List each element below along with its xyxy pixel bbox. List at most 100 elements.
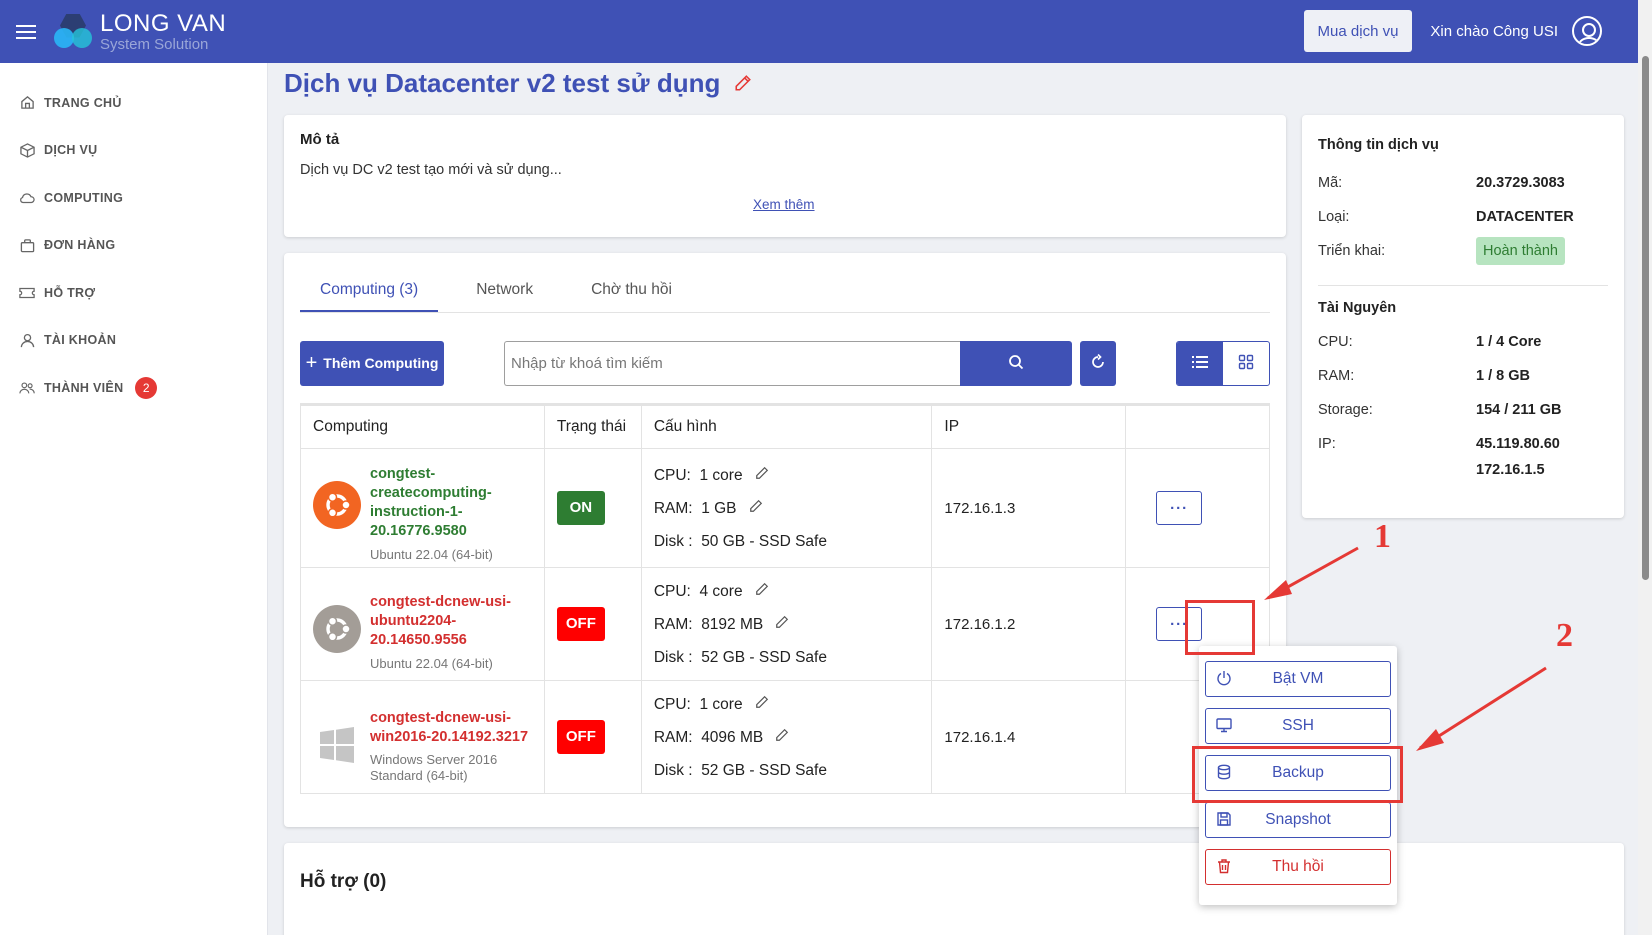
computing-card: Computing (3) Network Chờ thu hồi + Thêm…	[284, 253, 1286, 827]
service-info-heading: Thông tin dịch vụ	[1318, 137, 1439, 153]
cpu-label: CPU:	[1318, 334, 1353, 350]
add-computing-label: Thêm Computing	[323, 355, 439, 371]
snapshot-menu-item[interactable]: Snapshot	[1205, 802, 1391, 838]
cpu-label: CPU:	[653, 695, 691, 713]
add-computing-button[interactable]: + Thêm Computing	[300, 340, 444, 386]
sidebar-item-label: HỖ TRỢ	[44, 285, 96, 300]
edit-ram-pencil-icon[interactable]	[749, 492, 763, 525]
tab-network[interactable]: Network	[456, 253, 553, 312]
computing-name[interactable]: congtest-dcnew-usi- win2016-20.14192.321…	[370, 709, 528, 747]
sidebar-item-computing[interactable]: COMPUTING	[0, 174, 267, 222]
search-button[interactable]	[960, 340, 1072, 386]
status-badge: OFF	[556, 607, 605, 641]
user-icon	[18, 331, 36, 349]
status-badge: ON	[556, 491, 605, 525]
save-icon	[1216, 811, 1232, 832]
more-actions-button[interactable]: ···	[1156, 491, 1203, 525]
ram-label: RAM:	[653, 728, 693, 746]
description-text: Dịch vụ DC v2 test tạo mới và sử dụng...	[300, 162, 562, 178]
ssh-menu-item[interactable]: SSH	[1205, 708, 1391, 744]
disk-label: Disk :	[653, 648, 693, 666]
sidebar: TRANG CHỦ DỊCH VỤ COMPUTING ĐƠN HÀNG HỖ …	[0, 63, 268, 935]
description-card: Mô tả Dịch vụ DC v2 test tạo mới và sử d…	[284, 115, 1286, 237]
column-header: Cấu hình	[640, 404, 933, 449]
cpu-value: 1 / 4 Core	[1476, 334, 1542, 350]
column-header: IP	[931, 404, 1127, 449]
disk-value: 50 GB - SSD Safe	[701, 532, 827, 550]
plus-icon: +	[305, 351, 318, 374]
page-title: Dịch vụ Datacenter v2 test sử dụng	[284, 68, 752, 99]
storage-label: Storage:	[1318, 402, 1373, 418]
database-icon	[1216, 764, 1232, 785]
edit-ram-pencil-icon[interactable]	[775, 608, 789, 641]
column-header: Computing	[300, 404, 545, 449]
revoke-menu-item[interactable]: Thu hồi	[1205, 849, 1391, 885]
ubuntu-logo-icon	[313, 604, 361, 653]
ram-value: 1 / 8 GB	[1476, 368, 1530, 384]
table-row: congtest- createcomputing- instruction-1…	[300, 448, 1270, 568]
scrollbar-thumb[interactable]	[1642, 56, 1649, 580]
power-on-vm-menu-item[interactable]: Bật VM	[1205, 661, 1391, 697]
menu-icon[interactable]	[16, 21, 36, 43]
ip-cell: 172.16.1.2	[931, 567, 1127, 681]
tab-computing[interactable]: Computing (3)	[300, 253, 439, 312]
menu-item-label: Thu hồi	[1272, 858, 1324, 875]
windows-logo-icon	[313, 721, 361, 769]
ubuntu-logo-icon	[313, 481, 361, 529]
status-badge: OFF	[556, 720, 605, 754]
search-group	[504, 340, 1072, 386]
users-icon	[18, 379, 36, 397]
home-icon	[18, 94, 36, 112]
sidebar-item-support[interactable]: HỖ TRỢ	[0, 269, 267, 317]
os-version: Ubuntu 22.04 (64-bit)	[370, 655, 493, 671]
disk-label: Disk :	[653, 532, 693, 550]
logo-subtitle: System Solution	[100, 35, 209, 53]
logo[interactable]: LONG VAN System Solution	[52, 9, 227, 53]
os-version: Windows Server 2016 Standard (64-bit)	[370, 751, 498, 783]
sidebar-item-label: TÀI KHOẢN	[44, 333, 117, 348]
support-title: Hỗ trợ (0)	[300, 871, 387, 892]
sidebar-item-label: ĐƠN HÀNG	[44, 238, 116, 253]
edit-title-pencil-icon[interactable]	[734, 68, 752, 99]
more-actions-button[interactable]: ···	[1156, 607, 1203, 641]
cpu-label: CPU:	[653, 582, 691, 600]
disk-value: 52 GB - SSD Safe	[701, 761, 827, 779]
backup-menu-item[interactable]: Backup	[1205, 755, 1391, 791]
annotation-step-number: 1	[1374, 518, 1391, 555]
page-scrollbar[interactable]	[1638, 0, 1652, 935]
edit-cpu-pencil-icon[interactable]	[755, 459, 769, 492]
table-row: congtest-dcnew-usi- ubuntu2204- 20.14650…	[300, 567, 1270, 681]
computing-name[interactable]: congtest-dcnew-usi- ubuntu2204- 20.14650…	[370, 593, 511, 650]
list-icon	[1192, 355, 1208, 372]
cpu-value: 4 core	[699, 582, 743, 600]
search-input[interactable]	[504, 340, 960, 386]
menu-item-label: Bật VM	[1272, 670, 1324, 687]
sidebar-item-services[interactable]: DỊCH VỤ	[0, 127, 267, 175]
sidebar-item-orders[interactable]: ĐƠN HÀNG	[0, 222, 267, 270]
menu-item-label: Backup	[1272, 764, 1324, 781]
grid-view-button[interactable]	[1223, 342, 1269, 385]
logo-title: LONG VAN	[100, 9, 227, 37]
bag-icon	[18, 236, 36, 254]
table-row: congtest-dcnew-usi- win2016-20.14192.321…	[300, 680, 1270, 794]
computing-name[interactable]: congtest- createcomputing- instruction-1…	[370, 465, 493, 541]
edit-cpu-pencil-icon[interactable]	[755, 688, 769, 721]
sidebar-item-members[interactable]: THÀNH VIÊN 2	[0, 364, 267, 412]
see-more-link[interactable]: Xem thêm	[753, 197, 815, 212]
ram-label: RAM:	[1318, 368, 1355, 384]
disk-label: Disk :	[653, 761, 693, 779]
edit-ram-pencil-icon[interactable]	[775, 721, 789, 754]
refresh-button[interactable]	[1080, 340, 1116, 386]
sidebar-item-account[interactable]: TÀI KHOẢN	[0, 317, 267, 365]
sidebar-item-label: TRANG CHỦ	[44, 95, 122, 110]
ram-label: RAM:	[653, 615, 693, 633]
account-icon[interactable]	[1572, 16, 1602, 46]
list-view-button[interactable]	[1177, 341, 1223, 385]
sidebar-item-home[interactable]: TRANG CHỦ	[0, 79, 267, 127]
buy-service-button[interactable]: Mua dịch vụ	[1303, 10, 1413, 52]
tab-pending-revoke[interactable]: Chờ thu hồi	[571, 253, 692, 312]
top-app-bar: LONG VAN System Solution Mua dịch vụ Xin…	[0, 0, 1638, 63]
edit-cpu-pencil-icon[interactable]	[755, 575, 769, 608]
description-label: Mô tả	[300, 131, 340, 148]
members-count-badge: 2	[135, 376, 158, 399]
